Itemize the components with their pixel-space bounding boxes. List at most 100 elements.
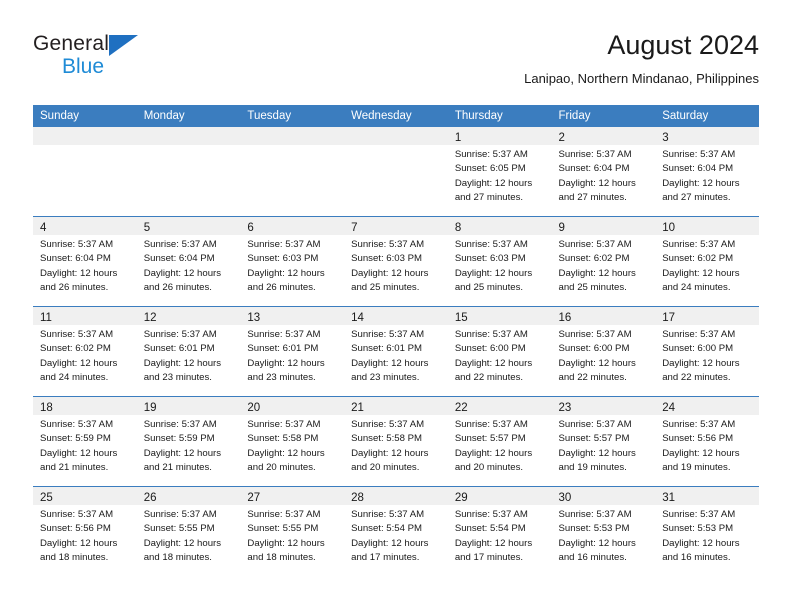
sunset-time: Sunset: 5:55 PM <box>247 523 319 535</box>
weekday-header-row: Sunday Monday Tuesday Wednesday Thursday… <box>33 105 759 127</box>
day-details: Sunrise: 5:37 AM Sunset: 5:53 PM Daylight:… <box>552 505 656 565</box>
sunset-time: Sunset: 6:04 PM <box>40 253 111 265</box>
calendar-day-cell[interactable]: 19 Sunrise: 5:37 AM Sunset: 5:59 PM Dayligh… <box>136 396 241 487</box>
calendar-day-cell[interactable]: 31 Sunrise: 5:37 AM Sunset: 5:53 PM Dayligh… <box>655 486 759 576</box>
day-details: Sunrise: 5:37 AM Sunset: 5:55 PM Daylight:… <box>137 505 241 565</box>
sunset-time: Sunset: 5:55 PM <box>143 523 215 535</box>
day-number: 5 <box>143 222 151 234</box>
logo-text-general: General <box>33 32 110 55</box>
calendar-day-cell-empty <box>136 127 241 217</box>
calendar-day-cell[interactable]: 25 Sunrise: 5:37 AM Sunset: 5:56 PM Dayligh… <box>33 486 137 576</box>
daylight-duration-line2: and 19 minutes. <box>558 461 627 473</box>
calendar-day-cell[interactable]: 28 Sunrise: 5:37 AM Sunset: 5:54 PM Dayligh… <box>344 486 448 576</box>
daylight-duration-line2: and 23 minutes. <box>351 371 420 383</box>
calendar-day-cell[interactable]: 11 Sunrise: 5:37 AM Sunset: 6:02 PM Dayligh… <box>33 306 137 397</box>
calendar-day-cell[interactable]: 1 Sunrise: 5:37 AM Sunset: 6:05 PM Daylight… <box>447 127 552 217</box>
daylight-duration-line2: and 16 minutes. <box>558 551 627 563</box>
weekday-header-wednesday: Wednesday <box>344 105 448 127</box>
day-details: Sunrise: 5:37 AM Sunset: 6:04 PM Daylight:… <box>552 145 656 205</box>
calendar-day-cell[interactable]: 29 Sunrise: 5:37 AM Sunset: 5:54 PM Dayligh… <box>447 486 552 576</box>
calendar-day-cell[interactable]: 18 Sunrise: 5:37 AM Sunset: 5:59 PM Dayligh… <box>33 396 137 487</box>
daylight-duration-line1: Daylight: 12 hours <box>662 357 740 369</box>
day-details: Sunrise: 5:37 AM Sunset: 6:02 PM Daylight:… <box>552 235 656 295</box>
sunrise-sunset-calendar: Sunday Monday Tuesday Wednesday Thursday… <box>33 105 759 576</box>
sunrise-time: Sunrise: 5:37 AM <box>558 329 632 340</box>
calendar-day-cell[interactable]: 8 Sunrise: 5:37 AM Sunset: 6:03 PM Daylight… <box>447 216 552 307</box>
sunset-time: Sunset: 5:58 PM <box>351 433 423 445</box>
daylight-duration-line2: and 18 minutes. <box>247 551 316 563</box>
sunset-time: Sunset: 6:02 PM <box>40 343 111 355</box>
day-details: Sunrise: 5:37 AM Sunset: 6:01 PM Daylight:… <box>344 325 448 385</box>
sunset-time: Sunset: 6:04 PM <box>662 163 734 175</box>
calendar-day-cell[interactable]: 23 Sunrise: 5:37 AM Sunset: 5:57 PM Dayligh… <box>551 396 656 487</box>
day-number: 8 <box>454 222 462 234</box>
daylight-duration-line2: and 21 minutes. <box>40 461 109 473</box>
sunrise-time: Sunrise: 5:37 AM <box>558 149 632 160</box>
weekday-header-saturday: Saturday <box>655 105 759 127</box>
daylight-duration-line2: and 27 minutes. <box>454 191 524 203</box>
calendar-day-cell[interactable]: 12 Sunrise: 5:37 AM Sunset: 6:01 PM Dayligh… <box>136 306 241 397</box>
day-number: 2 <box>558 132 565 144</box>
calendar-day-cell[interactable]: 3 Sunrise: 5:37 AM Sunset: 6:04 PM Daylight… <box>655 127 759 217</box>
daylight-duration-line1: Daylight: 12 hours <box>40 537 118 549</box>
calendar-day-cell[interactable]: 14 Sunrise: 5:37 AM Sunset: 6:01 PM Dayligh… <box>344 306 448 397</box>
calendar-week-row: 11 Sunrise: 5:37 AM Sunset: 6:02 PM Dayligh… <box>33 306 759 397</box>
daylight-duration-line1: Daylight: 12 hours <box>247 357 325 369</box>
calendar-body: 1 Sunrise: 5:37 AM Sunset: 6:05 PM Daylight… <box>33 127 759 576</box>
daylight-duration-line2: and 27 minutes. <box>662 191 731 203</box>
day-number: 10 <box>662 222 676 234</box>
calendar-day-cell[interactable]: 2 Sunrise: 5:37 AM Sunset: 6:04 PM Daylight… <box>551 127 656 217</box>
daylight-duration-line2: and 22 minutes. <box>454 371 524 383</box>
day-number: 1 <box>454 132 462 144</box>
day-number: 31 <box>662 492 676 504</box>
daylight-duration-line2: and 25 minutes. <box>454 281 524 293</box>
day-number: 18 <box>40 402 53 414</box>
daylight-duration-line1: Daylight: 12 hours <box>454 447 533 459</box>
sunset-time: Sunset: 6:00 PM <box>558 343 630 355</box>
daylight-duration-line1: Daylight: 12 hours <box>662 177 740 189</box>
sunrise-time: Sunrise: 5:37 AM <box>454 329 528 340</box>
calendar-day-cell[interactable]: 16 Sunrise: 5:37 AM Sunset: 6:00 PM Dayligh… <box>551 306 656 397</box>
calendar-day-cell[interactable]: 30 Sunrise: 5:37 AM Sunset: 5:53 PM Dayligh… <box>551 486 656 576</box>
calendar-day-cell[interactable]: 27 Sunrise: 5:37 AM Sunset: 5:55 PM Dayligh… <box>240 486 345 576</box>
calendar-day-cell[interactable]: 26 Sunrise: 5:37 AM Sunset: 5:55 PM Dayligh… <box>136 486 241 576</box>
calendar-day-cell[interactable]: 9 Sunrise: 5:37 AM Sunset: 6:02 PM Daylight… <box>551 216 656 307</box>
calendar-day-cell[interactable]: 13 Sunrise: 5:37 AM Sunset: 6:01 PM Dayligh… <box>240 306 345 397</box>
day-details: Sunrise: 5:37 AM Sunset: 6:00 PM Daylight:… <box>655 325 759 385</box>
daylight-duration-line1: Daylight: 12 hours <box>558 177 636 189</box>
sunset-time: Sunset: 6:01 PM <box>143 343 215 355</box>
daylight-duration-line1: Daylight: 12 hours <box>143 537 222 549</box>
weekday-header-tuesday: Tuesday <box>240 105 345 127</box>
daylight-duration-line1: Daylight: 12 hours <box>454 357 533 369</box>
calendar-day-cell[interactable]: 6 Sunrise: 5:37 AM Sunset: 6:03 PM Daylight… <box>240 216 345 307</box>
day-number: 25 <box>40 492 53 504</box>
calendar-day-cell[interactable]: 5 Sunrise: 5:37 AM Sunset: 6:04 PM Daylight… <box>136 216 241 307</box>
sunset-time: Sunset: 5:59 PM <box>143 433 215 445</box>
day-details: Sunrise: 5:37 AM Sunset: 5:55 PM Daylight:… <box>240 505 344 565</box>
daylight-duration-line1: Daylight: 12 hours <box>351 357 429 369</box>
calendar-day-cell[interactable]: 21 Sunrise: 5:37 AM Sunset: 5:58 PM Dayligh… <box>344 396 448 487</box>
daylight-duration-line1: Daylight: 12 hours <box>662 537 740 549</box>
calendar-day-cell[interactable]: 24 Sunrise: 5:37 AM Sunset: 5:56 PM Dayligh… <box>655 396 759 487</box>
calendar-day-cell[interactable]: 15 Sunrise: 5:37 AM Sunset: 6:00 PM Dayligh… <box>447 306 552 397</box>
day-details: Sunrise: 5:37 AM Sunset: 6:04 PM Daylight:… <box>33 235 137 295</box>
calendar-day-cell[interactable]: 7 Sunrise: 5:37 AM Sunset: 6:03 PM Daylight… <box>344 216 448 307</box>
daylight-duration-line1: Daylight: 12 hours <box>143 447 222 459</box>
day-number: 30 <box>558 492 572 504</box>
calendar-day-cell[interactable]: 22 Sunrise: 5:37 AM Sunset: 5:57 PM Dayligh… <box>447 396 552 487</box>
sunset-time: Sunset: 6:00 PM <box>454 343 526 355</box>
calendar-day-cell[interactable]: 10 Sunrise: 5:37 AM Sunset: 6:02 PM Dayligh… <box>655 216 759 307</box>
calendar-day-cell[interactable]: 17 Sunrise: 5:37 AM Sunset: 6:00 PM Dayligh… <box>655 306 759 397</box>
calendar-week-row: 1 Sunrise: 5:37 AM Sunset: 6:05 PM Daylight… <box>33 127 759 217</box>
day-number: 21 <box>351 402 364 414</box>
day-number: 29 <box>454 492 468 504</box>
day-number: 19 <box>143 402 157 414</box>
calendar-day-cell[interactable]: 20 Sunrise: 5:37 AM Sunset: 5:58 PM Dayligh… <box>240 396 345 487</box>
daylight-duration-line2: and 18 minutes. <box>40 551 109 563</box>
sunrise-time: Sunrise: 5:37 AM <box>662 239 736 250</box>
sunset-time: Sunset: 6:04 PM <box>558 163 630 175</box>
sunset-time: Sunset: 6:03 PM <box>247 253 319 265</box>
daylight-duration-line1: Daylight: 12 hours <box>351 537 429 549</box>
day-number: 24 <box>662 402 676 414</box>
calendar-day-cell[interactable]: 4 Sunrise: 5:37 AM Sunset: 6:04 PM Daylight… <box>33 216 137 307</box>
